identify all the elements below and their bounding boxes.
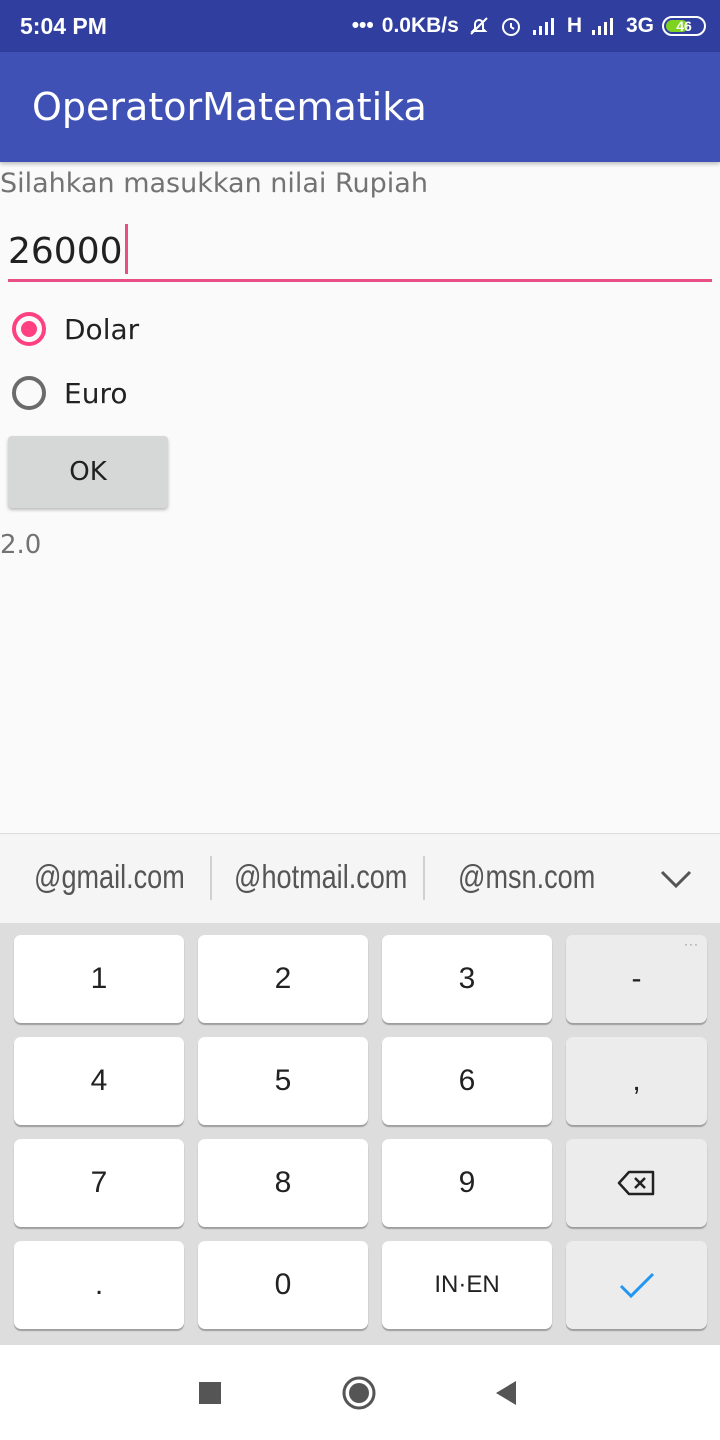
key-1[interactable]: 1	[14, 935, 184, 1023]
network-type-2: 3G	[625, 14, 654, 37]
backspace-icon	[617, 1170, 654, 1196]
suggestion-msn[interactable]: @msn.com	[458, 858, 595, 896]
key-8[interactable]: 8	[198, 1139, 368, 1227]
key-minus-label: -	[631, 962, 642, 995]
radio-dolar[interactable]: Dolar	[12, 312, 139, 346]
app-title: OperatorMatematika	[32, 85, 427, 129]
key-period[interactable]: .	[14, 1241, 184, 1329]
alarm-icon	[501, 18, 520, 36]
key-9[interactable]: 9	[382, 1139, 552, 1227]
radio-euro[interactable]: Euro	[12, 376, 127, 410]
radio-selected-icon[interactable]	[12, 312, 46, 346]
more-dots-icon: ···	[684, 937, 699, 951]
key-comma[interactable]: ,	[566, 1037, 707, 1125]
text-cursor	[124, 224, 128, 274]
input-underline	[8, 279, 712, 282]
network-type-1: H	[566, 14, 582, 37]
bell-off-icon	[470, 17, 488, 35]
app-bar: OperatorMatematika	[0, 52, 720, 162]
key-7[interactable]: 7	[14, 1139, 184, 1227]
checkmark-icon	[619, 1272, 654, 1299]
navigation-bar	[0, 1345, 720, 1440]
battery-level: 46	[676, 18, 692, 34]
chevron-down-icon[interactable]	[658, 862, 694, 898]
key-done[interactable]	[566, 1241, 707, 1329]
recents-square-icon[interactable]	[192, 1375, 228, 1411]
result-text: 2.0	[0, 530, 42, 560]
key-3[interactable]: 3	[382, 935, 552, 1023]
suggestion-hotmail[interactable]: @hotmail.com	[234, 858, 407, 896]
suggestion-divider	[210, 856, 212, 900]
battery-icon: 46	[662, 16, 706, 36]
more-notifications-icon: •••	[351, 14, 374, 37]
suggestion-gmail[interactable]: @gmail.com	[34, 858, 185, 896]
network-speed: 0.0KB/s	[381, 14, 459, 37]
key-language[interactable]: IN·EN	[382, 1241, 552, 1329]
key-4[interactable]: 4	[14, 1037, 184, 1125]
numeric-keyboard: 1 2 3 - ··· 4 5 6 , 7 8 9 . 0 IN·EN	[0, 923, 720, 1345]
status-bar: 5:04 PM ••• 0.0KB/s H 3G 46	[0, 0, 720, 52]
key-0[interactable]: 0	[198, 1241, 368, 1329]
home-circle-icon[interactable]	[341, 1375, 377, 1411]
ok-button[interactable]: OK	[8, 436, 168, 508]
key-2[interactable]: 2	[198, 935, 368, 1023]
signal-icon-2	[591, 18, 613, 35]
status-time: 5:04 PM	[20, 13, 107, 39]
key-backspace[interactable]	[566, 1139, 707, 1227]
suggestion-divider	[423, 856, 425, 900]
radio-unselected-icon[interactable]	[12, 376, 46, 410]
amount-value: 26000	[8, 224, 128, 278]
status-icons: ••• 0.0KB/s H 3G 46	[352, 11, 706, 41]
radio-label-euro: Euro	[64, 376, 128, 410]
prompt-label: Silahkan masukkan nilai Rupiah	[0, 168, 428, 199]
suggestion-strip: @gmail.com @hotmail.com @msn.com	[0, 833, 720, 924]
radio-label-dolar: Dolar	[64, 312, 140, 346]
key-minus[interactable]: - ···	[566, 935, 707, 1023]
back-triangle-icon[interactable]	[490, 1375, 526, 1411]
key-5[interactable]: 5	[198, 1037, 368, 1125]
signal-icon-1	[532, 18, 554, 35]
amount-input[interactable]: 26000	[8, 218, 712, 282]
key-6[interactable]: 6	[382, 1037, 552, 1125]
